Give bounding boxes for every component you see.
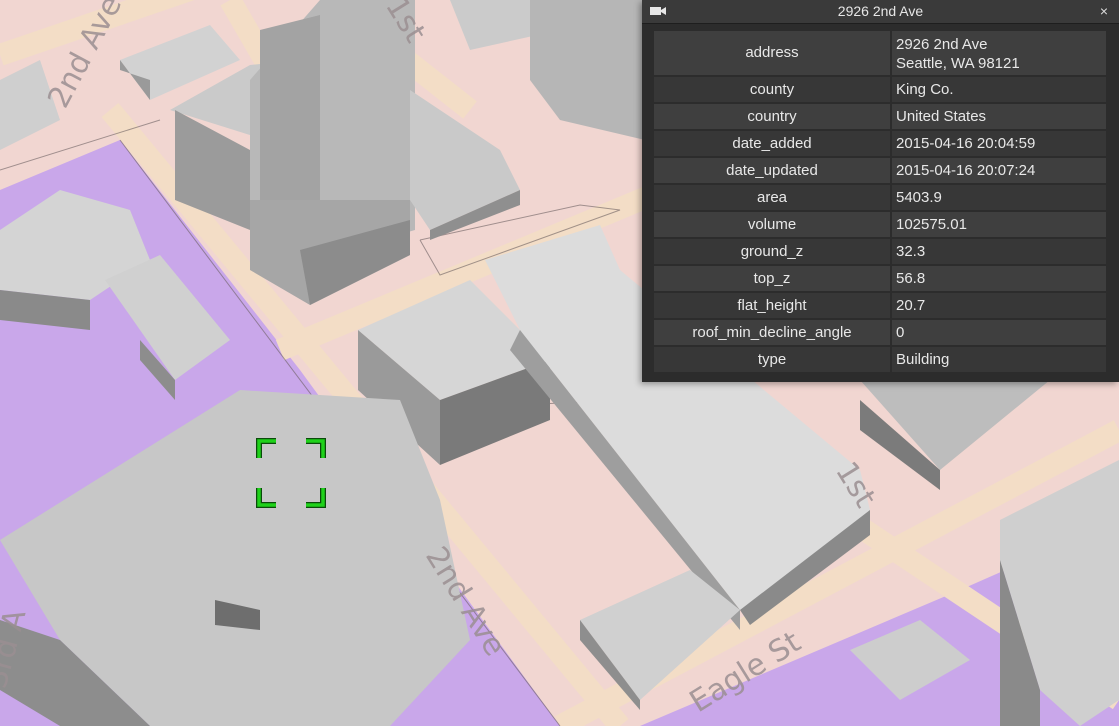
address-line-2: Seattle, WA 98121 xyxy=(896,55,1020,72)
table-row: country United States xyxy=(654,104,1106,129)
attribute-value: 56.8 xyxy=(896,270,926,287)
attribute-key: date_added xyxy=(654,131,892,156)
camera-icon[interactable] xyxy=(650,5,666,17)
attribute-value: King Co. xyxy=(896,81,954,98)
attribute-key: roof_min_decline_angle xyxy=(654,320,892,345)
attribute-value: United States xyxy=(896,108,987,125)
feature-info-panel: 2926 2nd Ave × address 2926 2nd Ave Seat… xyxy=(642,0,1119,382)
table-row: type Building xyxy=(654,347,1106,372)
attribute-table: address 2926 2nd Ave Seattle, WA 98121 c… xyxy=(654,31,1106,374)
attribute-value: 0 xyxy=(896,324,905,341)
table-row: flat_height 20.7 xyxy=(654,293,1106,318)
table-row: volume 102575.01 xyxy=(654,212,1106,237)
attribute-value: 2015-04-16 20:07:24 xyxy=(896,162,1036,179)
table-row: roof_min_decline_angle 0 xyxy=(654,320,1106,345)
attribute-key: area xyxy=(654,185,892,210)
table-row: address 2926 2nd Ave Seattle, WA 98121 xyxy=(654,31,1106,75)
table-row: ground_z 32.3 xyxy=(654,239,1106,264)
table-row: area 5403.9 xyxy=(654,185,1106,210)
attribute-value: 20.7 xyxy=(896,297,926,314)
attribute-key: country xyxy=(654,104,892,129)
address-line-1: 2926 2nd Ave xyxy=(896,36,988,53)
table-row: county King Co. xyxy=(654,77,1106,102)
attribute-key: volume xyxy=(654,212,892,237)
attribute-value: 102575.01 xyxy=(896,216,967,233)
attribute-key: date_updated xyxy=(654,158,892,183)
table-row: top_z 56.8 xyxy=(654,266,1106,291)
table-row: date_updated 2015-04-16 20:07:24 xyxy=(654,158,1106,183)
attribute-value: 2926 2nd Ave Seattle, WA 98121 xyxy=(892,31,1106,75)
panel-titlebar: 2926 2nd Ave × xyxy=(642,0,1119,24)
close-icon[interactable]: × xyxy=(1097,0,1111,23)
attribute-value: Building xyxy=(896,351,950,368)
panel-title: 2926 2nd Ave xyxy=(837,3,924,19)
attribute-key: ground_z xyxy=(654,239,892,264)
attribute-value: 2015-04-16 20:04:59 xyxy=(896,135,1036,152)
focus-reticle-icon xyxy=(256,438,326,508)
table-row: date_added 2015-04-16 20:04:59 xyxy=(654,131,1106,156)
attribute-key: type xyxy=(654,347,892,372)
attribute-value: 5403.9 xyxy=(896,189,942,206)
attribute-value: 32.3 xyxy=(896,243,926,260)
attribute-key: top_z xyxy=(654,266,892,291)
attribute-key: address xyxy=(654,31,892,75)
attribute-key: county xyxy=(654,77,892,102)
attribute-key: flat_height xyxy=(654,293,892,318)
